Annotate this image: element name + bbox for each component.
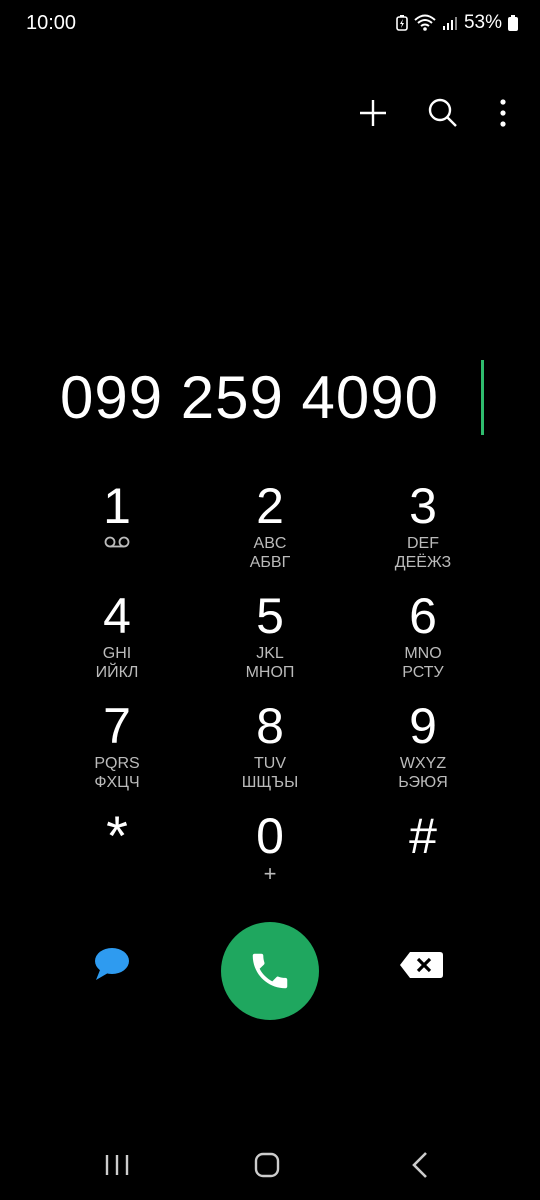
more-options-button[interactable]: [488, 88, 518, 138]
backspace-button[interactable]: [398, 950, 448, 990]
key-5[interactable]: 5 JKL МНОП: [195, 588, 345, 693]
key-digit: 7: [103, 698, 131, 754]
key-digit: 1: [103, 478, 131, 534]
key-9[interactable]: 9 WXYZ ЬЭЮЯ: [348, 698, 498, 803]
status-icons: 53%: [396, 12, 518, 34]
key-letters-latin: GHI: [102, 645, 132, 662]
dialed-number: 099 259 4090: [60, 364, 440, 431]
key-digit: #: [409, 808, 437, 864]
key-letters-cyrillic: РСТУ: [402, 664, 444, 681]
top-toolbar: [348, 88, 518, 138]
battery-percent: 53%: [463, 12, 502, 33]
key-digit: 5: [256, 588, 284, 644]
add-contact-button[interactable]: [348, 88, 398, 138]
key-letters-latin: PQRS: [94, 755, 140, 772]
key-digit: 8: [256, 698, 284, 754]
key-star[interactable]: *: [42, 808, 192, 913]
key-letters-latin: WXYZ: [399, 755, 447, 772]
key-letters-latin: TUV: [254, 755, 286, 772]
back-button[interactable]: [400, 1145, 440, 1185]
key-letters-cyrillic: ШЩЪЫ: [241, 774, 299, 791]
recents-button[interactable]: [97, 1145, 137, 1185]
key-letters-latin: DEF: [407, 535, 439, 552]
key-letters-cyrillic: ФХЦЧ: [94, 774, 140, 791]
search-button[interactable]: [418, 88, 468, 138]
backspace-icon: [400, 952, 443, 978]
home-button[interactable]: [247, 1145, 287, 1185]
key-7[interactable]: 7 PQRS ФХЦЧ: [42, 698, 192, 803]
key-digit: 9: [409, 698, 437, 754]
home-icon: [254, 1152, 280, 1178]
phone-icon: [252, 953, 288, 989]
recents-icon: [105, 1155, 129, 1175]
key-letters-latin: JKL: [256, 645, 284, 662]
dialer-actions: [0, 920, 540, 1020]
key-4[interactable]: 4 GHI ИЙКЛ: [42, 588, 192, 693]
key-hash[interactable]: #: [348, 808, 498, 913]
voicemail-icon: [104, 536, 130, 548]
status-time: 10:00: [26, 12, 77, 34]
key-digit: *: [106, 804, 128, 867]
wifi-icon: [414, 14, 436, 31]
key-digit: 3: [409, 478, 437, 534]
key-digit: 6: [409, 588, 437, 644]
message-button[interactable]: [92, 946, 142, 992]
key-3[interactable]: 3 DEF ДЕЁЖЗ: [348, 478, 498, 583]
plus-icon: [360, 100, 386, 126]
key-letters-latin: ABC: [253, 535, 287, 552]
call-button[interactable]: [221, 922, 319, 1020]
key-digit: 2: [256, 478, 284, 534]
key-digit: 4: [103, 588, 131, 644]
key-letters-cyrillic: АБВГ: [249, 554, 291, 571]
message-icon: [95, 948, 129, 980]
more-vert-icon: [500, 99, 506, 127]
status-bar: 10:00 53%: [0, 0, 540, 50]
signal-icon: [442, 17, 457, 30]
text-cursor: [481, 360, 484, 435]
key-digit: 0: [256, 808, 284, 864]
battery-saver-icon: [396, 15, 408, 31]
key-letters-cyrillic: ЬЭЮЯ: [398, 774, 448, 791]
key-letters-cyrillic: ДЕЁЖЗ: [394, 554, 452, 571]
key-1[interactable]: 1: [42, 478, 192, 583]
key-2[interactable]: 2 ABC АБВГ: [195, 478, 345, 583]
key-letters-cyrillic: ИЙКЛ: [95, 664, 139, 681]
battery-icon: [508, 15, 518, 31]
key-6[interactable]: 6 MNO РСТУ: [348, 588, 498, 693]
back-icon: [412, 1152, 427, 1178]
key-8[interactable]: 8 TUV ШЩЪЫ: [195, 698, 345, 803]
key-letters-cyrillic: МНОП: [245, 664, 295, 681]
key-letters-latin: MNO: [404, 645, 442, 662]
key-0[interactable]: 0 +: [195, 808, 345, 913]
dial-number-field[interactable]: 099 259 4090: [0, 355, 540, 445]
system-nav-bar: [0, 1135, 540, 1195]
key-plus-label: +: [263, 861, 277, 886]
search-icon: [428, 98, 457, 127]
